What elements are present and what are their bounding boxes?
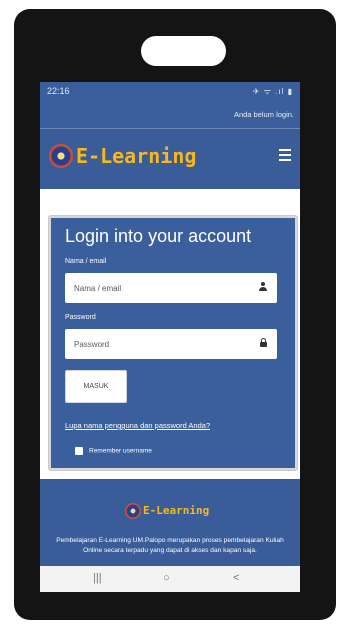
logo-emblem-icon[interactable] [49,144,73,168]
home-icon[interactable]: ○ [163,572,170,584]
app-screen: 22:16 ✈ ᯤ .ıl ▮ Anda belum login. E-Lear… [40,82,300,592]
username-label: Nama / email [65,258,107,265]
password-field[interactable] [65,329,277,359]
recents-icon[interactable]: ||| [93,572,102,584]
login-notice-bar: Anda belum login. [40,100,300,129]
remember-username[interactable]: Remember username [75,447,152,455]
footer-brand: E-Learning [143,504,210,517]
status-bar: 22:16 ✈ ᯤ .ıl ▮ [40,82,300,100]
remember-label: Remember username [89,447,152,455]
user-icon [259,282,267,292]
login-card: Login into your account Nama / email Pas… [49,216,297,470]
back-icon[interactable]: < [233,572,239,584]
username-field[interactable] [65,273,277,303]
footer-logo-emblem-icon [125,503,141,519]
password-input[interactable] [65,329,254,359]
footer-description: Pembelajaran E-Learning UM.Palopo merupa… [56,537,284,554]
username-input[interactable] [65,273,254,303]
login-title: Login into your account [65,226,252,246]
system-navigation-bar: ||| ○ < [40,566,300,592]
remember-checkbox[interactable] [75,447,83,455]
password-label: Password [65,314,96,321]
hamburger-menu-icon[interactable] [279,149,291,161]
forgot-password-link[interactable]: Lupa nama pengguna dan password Anda? [65,421,210,430]
lock-icon [260,338,267,348]
content-spacer [40,189,300,217]
login-notice-text: Anda belum login. [233,110,294,119]
login-submit-button[interactable]: MASUK [65,370,127,403]
status-icons: ✈ ᯤ .ıl ▮ [252,87,293,96]
brand-title[interactable]: E-Learning [76,144,196,168]
top-navbar: E-Learning [40,129,300,189]
camera-notch [141,36,226,66]
status-time: 22:16 [47,86,70,96]
